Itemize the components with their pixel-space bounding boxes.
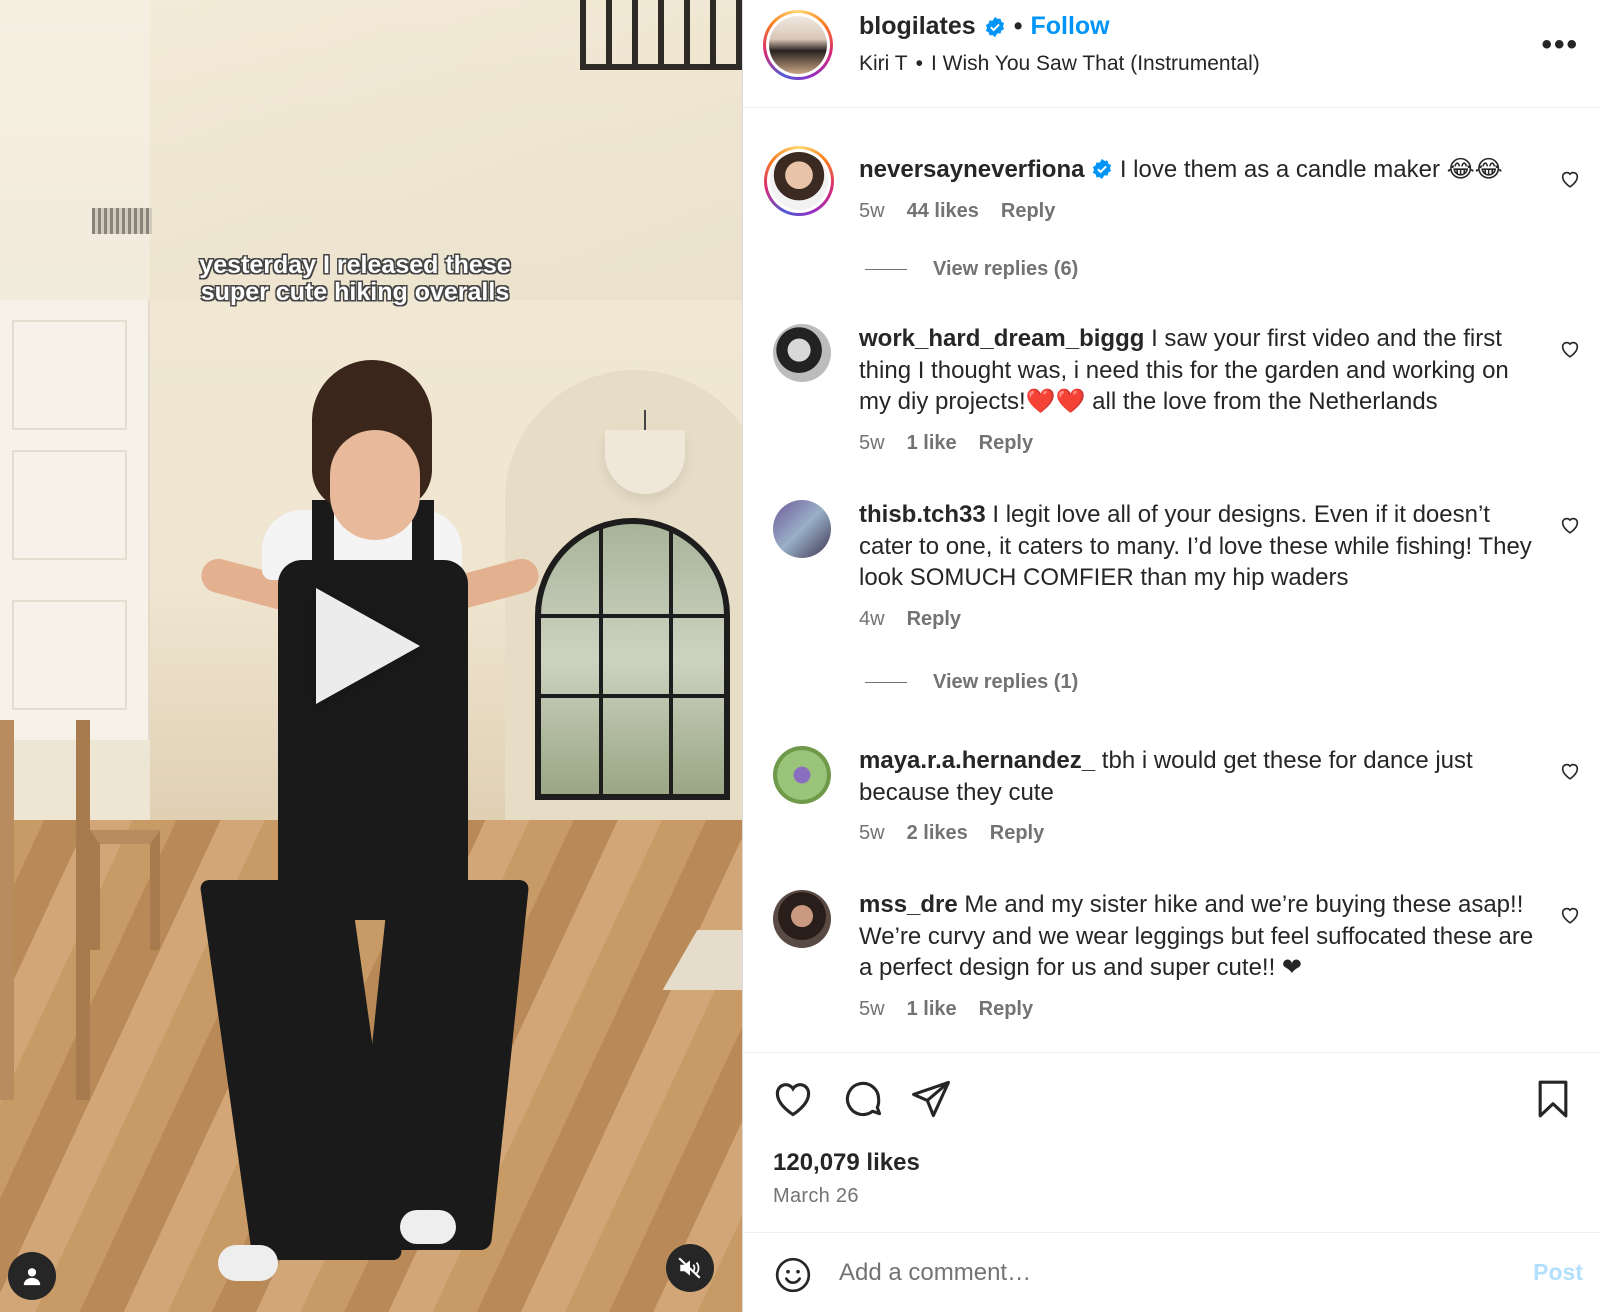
comment-username[interactable]: neversayneverfiona [859, 156, 1084, 183]
muted-speaker-icon [678, 1257, 701, 1279]
comment-text: Me and my sister hike and we’re buying t… [859, 891, 1534, 981]
comment-age: 5w [859, 822, 885, 844]
comment-heart-icon[interactable] [1559, 760, 1581, 782]
post-header: blogilates • Follow Kiri T • I Wish You … [743, 0, 1600, 108]
video-caption: yesterday I released these super cute hi… [0, 252, 710, 306]
bookmark-icon[interactable] [1531, 1077, 1575, 1121]
share-icon[interactable] [909, 1077, 953, 1121]
post-date: March 26 [773, 1185, 859, 1207]
comments-list[interactable]: neversayneverfiona I love them as a cand… [743, 108, 1600, 1052]
audio-info[interactable]: Kiri T • I Wish You Saw That (Instrument… [859, 52, 1260, 76]
comment-age: 5w [859, 199, 885, 222]
comment-input[interactable] [839, 1251, 1479, 1295]
comment-username[interactable]: thisb.tch33 [859, 501, 986, 528]
view-replies-button[interactable]: View replies (1) [865, 671, 1078, 694]
reel-video[interactable]: yesterday I released these super cute hi… [0, 0, 742, 1312]
comment-likes[interactable]: 2 likes [907, 818, 968, 850]
comment-heart-icon[interactable] [1559, 514, 1581, 536]
post-button[interactable]: Post [1533, 1259, 1583, 1286]
view-replies-button[interactable]: View replies (6) [865, 258, 1078, 281]
caption-line-2: super cute hiking overalls [200, 278, 510, 306]
audio-separator: • [915, 52, 923, 75]
header-separator: • [1013, 12, 1023, 40]
audio-title: I Wish You Saw That (Instrumental) [930, 52, 1260, 75]
verified-badge-icon [985, 16, 1004, 37]
play-icon[interactable] [316, 588, 420, 704]
comment-username[interactable]: maya.r.a.hernandez_ [859, 747, 1095, 774]
comment-age: 5w [859, 431, 885, 454]
reply-button[interactable]: Reply [907, 604, 961, 636]
instagram-post-modal: yesterday I released these super cute hi… [0, 0, 1600, 1312]
post-actions: 120,079 likes March 26 [743, 1052, 1600, 1232]
caption-line-1: yesterday I released these [199, 251, 511, 279]
author-avatar[interactable] [763, 10, 833, 80]
emoji-icon[interactable] [773, 1255, 813, 1295]
mute-button[interactable] [666, 1244, 714, 1292]
comment-heart-icon[interactable] [1559, 904, 1581, 926]
comment-likes[interactable]: 1 like [907, 994, 957, 1026]
commenter-avatar[interactable] [764, 146, 834, 216]
comment-heart-icon[interactable] [1559, 168, 1581, 190]
follow-button[interactable]: Follow [1030, 12, 1109, 41]
post-panel: blogilates • Follow Kiri T • I Wish You … [742, 0, 1600, 1312]
comment-likes[interactable]: 1 like [907, 428, 957, 460]
comment-likes[interactable]: 44 likes [907, 196, 979, 228]
audio-artist: Kiri T [859, 52, 908, 75]
more-options-icon[interactable]: ••• [1541, 28, 1579, 62]
commenter-avatar[interactable] [773, 890, 831, 948]
comment-text: I love them as a candle maker 😂😂 [1119, 156, 1503, 183]
comment-age: 5w [859, 997, 885, 1020]
comment-username[interactable]: mss_dre [859, 891, 958, 918]
commenter-avatar[interactable] [773, 324, 831, 382]
comment-composer: Post [743, 1232, 1600, 1312]
author-username[interactable]: blogilates [859, 12, 976, 41]
user-icon [23, 1268, 41, 1286]
video-person [197, 360, 543, 1312]
comment-icon[interactable] [841, 1077, 885, 1121]
reply-button[interactable]: Reply [979, 994, 1033, 1026]
commenter-avatar[interactable] [773, 500, 831, 558]
like-count[interactable]: 120,079 likes [773, 1149, 920, 1177]
tagged-user-button[interactable] [8, 1252, 56, 1300]
commenter-avatar[interactable] [773, 746, 831, 804]
comment-heart-icon[interactable] [1559, 338, 1581, 360]
verified-badge-icon [1093, 158, 1112, 180]
reply-button[interactable]: Reply [990, 818, 1044, 850]
comment-username[interactable]: work_hard_dream_biggg [859, 325, 1144, 352]
reply-button[interactable]: Reply [1001, 196, 1055, 228]
heart-icon[interactable] [771, 1077, 815, 1121]
comment-age: 4w [859, 607, 885, 630]
reply-button[interactable]: Reply [979, 428, 1033, 460]
